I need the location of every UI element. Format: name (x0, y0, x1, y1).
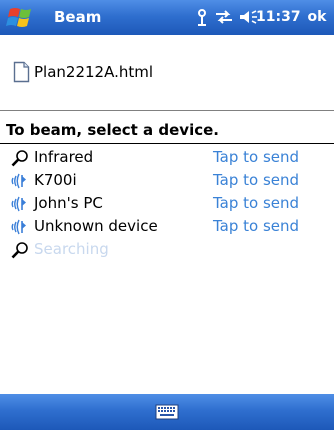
connectivity-icon[interactable] (214, 7, 234, 27)
device-row-unknown-device[interactable]: Unknown device Tap to send (0, 215, 334, 238)
device-row-johns-pc[interactable]: John's PC Tap to send (0, 192, 334, 215)
ok-button[interactable]: ok (303, 5, 331, 29)
search-icon (10, 241, 30, 259)
tap-to-send-link[interactable]: Tap to send (213, 146, 299, 168)
bluetooth-icon (10, 218, 30, 236)
divider (0, 110, 334, 111)
keyboard-icon[interactable] (155, 403, 179, 421)
window-title: Beam (54, 8, 102, 26)
device-row-infrared[interactable]: Infrared Tap to send (0, 146, 334, 169)
beam-screen: Beam 11:37 ok Plan2212A.html To beam, se… (0, 0, 334, 430)
bluetooth-icon (10, 195, 30, 213)
device-row-k700i[interactable]: K700i Tap to send (0, 169, 334, 192)
searching-status: Searching (34, 240, 109, 258)
device-name: K700i (34, 171, 77, 189)
title-bar: Beam 11:37 ok (0, 0, 334, 35)
tap-to-send-link[interactable]: Tap to send (213, 192, 299, 214)
list-divider (0, 143, 334, 144)
device-name: John's PC (34, 194, 103, 212)
antenna-icon[interactable] (194, 7, 210, 27)
tap-to-send-link[interactable]: Tap to send (213, 215, 299, 237)
menu-bar (0, 394, 334, 430)
start-flag-icon[interactable] (4, 4, 44, 32)
document-icon (13, 61, 30, 83)
status-icons (194, 6, 258, 28)
device-name: Infrared (34, 148, 94, 166)
bluetooth-icon (10, 172, 30, 190)
clock[interactable]: 11:37 (256, 6, 301, 28)
device-row-searching: Searching (0, 238, 334, 261)
search-icon (10, 149, 30, 167)
volume-icon[interactable] (238, 7, 258, 27)
instruction-text: To beam, select a device. (6, 121, 219, 139)
tap-to-send-link[interactable]: Tap to send (213, 169, 299, 191)
file-name: Plan2212A.html (34, 63, 154, 81)
device-list: Infrared Tap to send K700i Tap to send J… (0, 146, 334, 261)
device-name: Unknown device (34, 217, 158, 235)
